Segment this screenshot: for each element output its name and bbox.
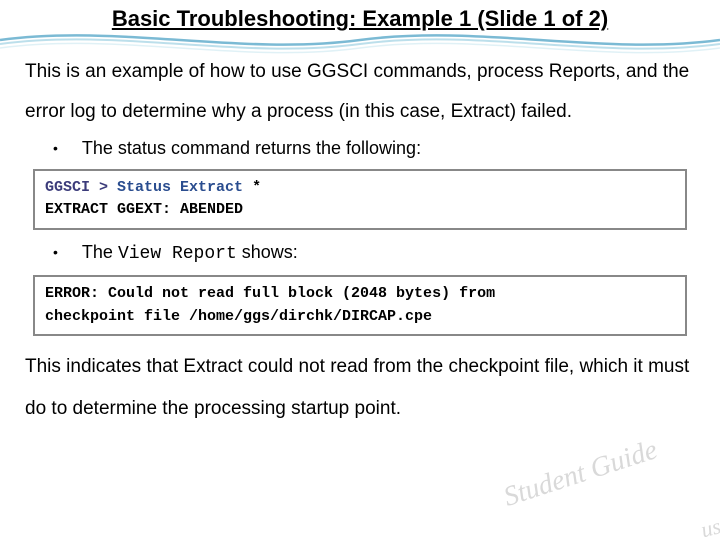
code1-output: EXTRACT GGEXT: ABENDED — [45, 199, 675, 222]
bullet-dot: • — [53, 136, 58, 160]
bullet-dot: • — [53, 240, 58, 264]
code-block-2: ERROR: Could not read full block (2048 b… — [33, 275, 687, 336]
bullet2-mono: View Report — [118, 244, 237, 264]
bullet-item-2: • The View Report shows: — [53, 240, 695, 267]
conclusion-paragraph: This indicates that Extract could not re… — [25, 346, 695, 430]
code2-line2: checkpoint file /home/ggs/dirchk/DIRCAP.… — [45, 306, 675, 329]
bullet-item-1: • The status command returns the followi… — [53, 136, 695, 161]
slide-content: This is an example of how to use GGSCI c… — [0, 42, 720, 430]
slide-title: Basic Troubleshooting: Example 1 (Slide … — [0, 0, 720, 42]
code-block-1: GGSCI > Status Extract * EXTRACT GGEXT: … — [33, 169, 687, 230]
bullet-1-text: The status command returns the following… — [82, 136, 421, 161]
bullet2-pre: The — [82, 242, 118, 262]
code2-line1: ERROR: Could not read full block (2048 b… — [45, 283, 675, 306]
code1-prompt: GGSCI > — [45, 179, 108, 196]
bullet2-post: shows: — [237, 242, 298, 262]
bullet-2-text: The View Report shows: — [82, 240, 298, 267]
code1-command: Status Extract — [117, 179, 243, 196]
code1-star: * — [252, 179, 261, 196]
intro-paragraph: This is an example of how to use GGSCI c… — [25, 52, 695, 132]
